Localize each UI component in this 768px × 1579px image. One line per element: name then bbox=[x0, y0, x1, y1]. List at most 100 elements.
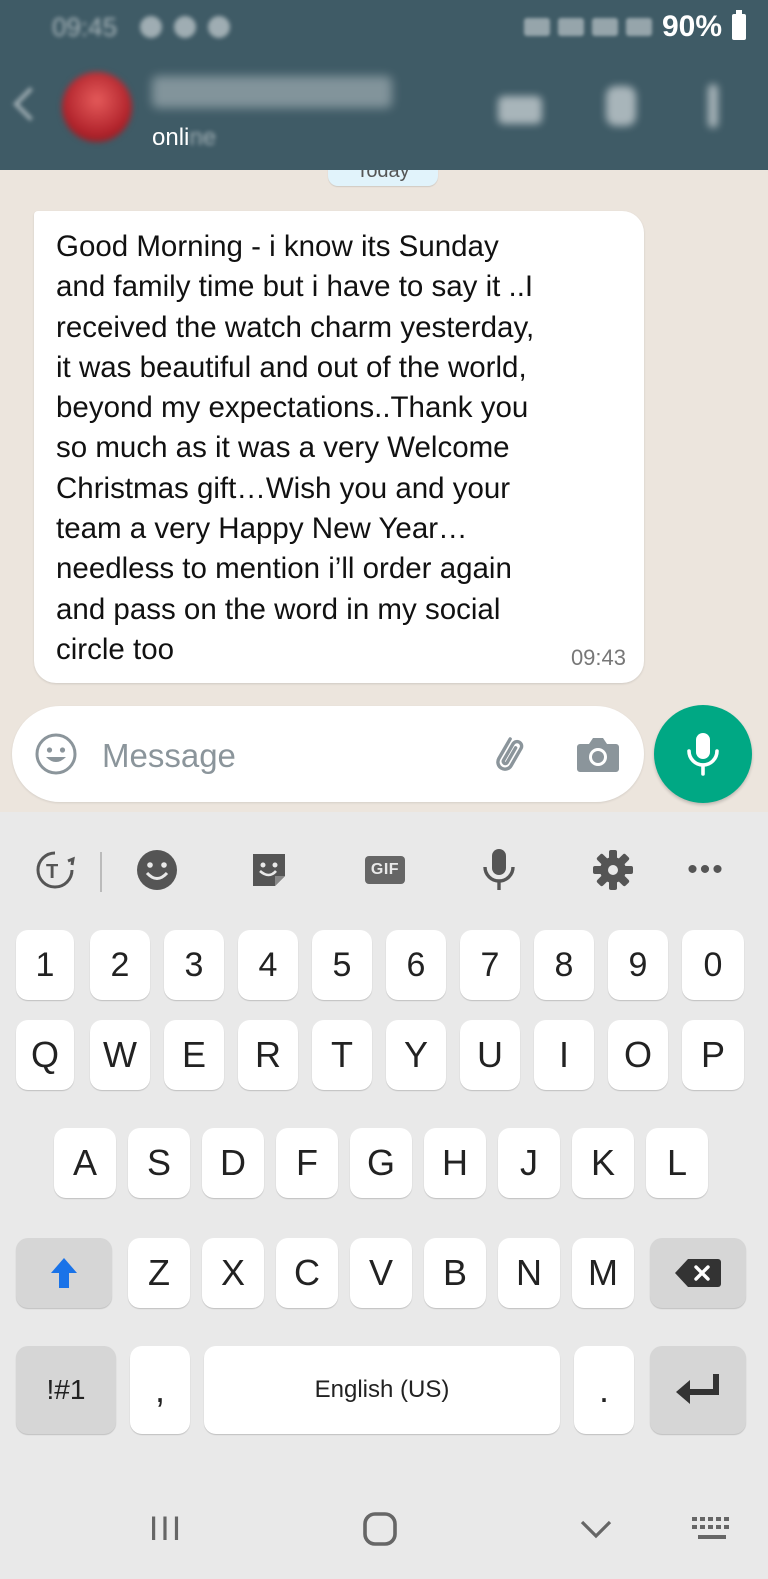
message-timestamp: 09:43 bbox=[570, 645, 626, 670]
key-8[interactable]: 8 bbox=[534, 930, 594, 1000]
more-options-label: ••• bbox=[687, 853, 725, 886]
comma-key[interactable]: , bbox=[130, 1346, 190, 1434]
key-g[interactable]: G bbox=[350, 1128, 412, 1198]
key-c[interactable]: C bbox=[276, 1238, 338, 1308]
battery-icon bbox=[732, 10, 746, 40]
notification-icon bbox=[174, 16, 196, 38]
key-4[interactable]: 4 bbox=[238, 930, 298, 1000]
gear-icon[interactable] bbox=[588, 848, 638, 892]
key-w[interactable]: W bbox=[90, 1020, 150, 1090]
contact-status-blurred: ne bbox=[189, 124, 217, 151]
sticker-icon[interactable] bbox=[244, 848, 294, 892]
key-a[interactable]: A bbox=[54, 1128, 116, 1198]
incoming-message-bubble[interactable]: Good Morning - i know its Sunday and fam… bbox=[34, 211, 644, 683]
key-x[interactable]: X bbox=[202, 1238, 264, 1308]
recent-apps-icon: III bbox=[148, 1509, 184, 1548]
toolbar-divider bbox=[100, 852, 102, 892]
key-h[interactable]: H bbox=[424, 1128, 486, 1198]
key-7[interactable]: 7 bbox=[460, 930, 520, 1000]
key-m[interactable]: M bbox=[572, 1238, 634, 1308]
message-input[interactable] bbox=[102, 736, 462, 776]
more-options-icon[interactable]: ••• bbox=[676, 848, 736, 892]
voice-input-icon[interactable] bbox=[474, 848, 524, 892]
emoji-icon[interactable] bbox=[34, 732, 78, 776]
key-y[interactable]: Y bbox=[386, 1020, 446, 1090]
battery-percentage: 90% bbox=[661, 10, 722, 43]
avatar[interactable] bbox=[62, 72, 132, 142]
overflow-menu-icon[interactable] bbox=[708, 84, 718, 128]
key-3[interactable]: 3 bbox=[164, 930, 224, 1000]
period-key[interactable]: . bbox=[574, 1346, 634, 1434]
microphone-icon bbox=[687, 733, 719, 776]
key-o[interactable]: O bbox=[608, 1020, 668, 1090]
key-j[interactable]: J bbox=[498, 1128, 560, 1198]
voice-call-icon[interactable] bbox=[606, 86, 636, 126]
keyboard: T GIF ••• 1 2 3 4 5 6 7 8 9 0 Q W E R T … bbox=[0, 812, 768, 1579]
gif-label: GIF bbox=[364, 856, 406, 884]
key-k[interactable]: K bbox=[572, 1128, 634, 1198]
key-d[interactable]: D bbox=[202, 1128, 264, 1198]
message-composer bbox=[12, 706, 644, 802]
key-v[interactable]: V bbox=[350, 1238, 412, 1308]
voice-record-button[interactable] bbox=[654, 705, 752, 803]
notification-icon bbox=[140, 16, 162, 38]
status-time: 09:45 bbox=[52, 12, 118, 42]
signal-icon bbox=[591, 18, 618, 36]
backspace-key[interactable] bbox=[650, 1238, 746, 1308]
backspace-icon bbox=[675, 1259, 721, 1287]
home-icon bbox=[363, 1512, 397, 1546]
key-e[interactable]: E bbox=[164, 1020, 224, 1090]
home-button[interactable] bbox=[350, 1504, 410, 1554]
key-u[interactable]: U bbox=[460, 1020, 520, 1090]
system-nav-bar: III bbox=[0, 1486, 768, 1579]
key-2[interactable]: 2 bbox=[90, 930, 150, 1000]
video-call-icon[interactable] bbox=[498, 96, 542, 124]
key-z[interactable]: Z bbox=[128, 1238, 190, 1308]
key-f[interactable]: F bbox=[276, 1128, 338, 1198]
attach-icon[interactable] bbox=[484, 730, 532, 778]
key-q[interactable]: Q bbox=[16, 1020, 74, 1090]
back-arrow-icon[interactable] bbox=[13, 87, 47, 121]
keyboard-toolbar: T GIF ••• bbox=[0, 812, 768, 924]
space-key[interactable]: English (US) bbox=[204, 1346, 560, 1434]
translate-icon[interactable]: T bbox=[30, 848, 80, 892]
notification-icon bbox=[208, 16, 230, 38]
key-s[interactable]: S bbox=[128, 1128, 190, 1198]
notification-icons bbox=[140, 16, 230, 38]
shift-key[interactable] bbox=[16, 1238, 112, 1308]
key-9[interactable]: 9 bbox=[608, 930, 668, 1000]
camera-icon[interactable] bbox=[574, 734, 622, 774]
key-0[interactable]: 0 bbox=[682, 930, 744, 1000]
key-b[interactable]: B bbox=[424, 1238, 486, 1308]
chat-area[interactable]: Today Good Morning - i know its Sunday a… bbox=[0, 170, 768, 812]
enter-icon bbox=[676, 1374, 719, 1404]
contact-status: online bbox=[152, 124, 216, 152]
keyboard-switch-button[interactable] bbox=[682, 1504, 742, 1554]
svg-text:T: T bbox=[46, 861, 58, 883]
key-i[interactable]: I bbox=[534, 1020, 594, 1090]
date-chip: Today bbox=[328, 170, 438, 186]
message-text: Good Morning - i know its Sunday and fam… bbox=[56, 230, 535, 666]
chevron-down-icon bbox=[580, 1520, 612, 1539]
contact-name-redacted[interactable] bbox=[152, 76, 392, 108]
keyboard-icon bbox=[692, 1517, 729, 1539]
symbols-key[interactable]: !#1 bbox=[16, 1346, 116, 1434]
recent-apps-button[interactable]: III bbox=[136, 1504, 196, 1554]
key-t[interactable]: T bbox=[312, 1020, 372, 1090]
key-l[interactable]: L bbox=[646, 1128, 708, 1198]
hide-keyboard-button[interactable] bbox=[566, 1504, 626, 1554]
key-p[interactable]: P bbox=[682, 1020, 744, 1090]
shift-arrow-icon bbox=[51, 1258, 77, 1288]
emoji-keyboard-icon[interactable] bbox=[132, 848, 182, 892]
key-1[interactable]: 1 bbox=[16, 930, 74, 1000]
enter-key[interactable] bbox=[650, 1346, 746, 1434]
gif-button[interactable]: GIF bbox=[360, 848, 410, 892]
key-5[interactable]: 5 bbox=[312, 930, 372, 1000]
wifi-icon bbox=[557, 18, 584, 36]
key-6[interactable]: 6 bbox=[386, 930, 446, 1000]
chat-header: 09:45 90% online bbox=[0, 0, 768, 170]
key-r[interactable]: R bbox=[238, 1020, 298, 1090]
volte-icon bbox=[523, 18, 550, 36]
signal-icons bbox=[523, 18, 652, 36]
key-n[interactable]: N bbox=[498, 1238, 560, 1308]
